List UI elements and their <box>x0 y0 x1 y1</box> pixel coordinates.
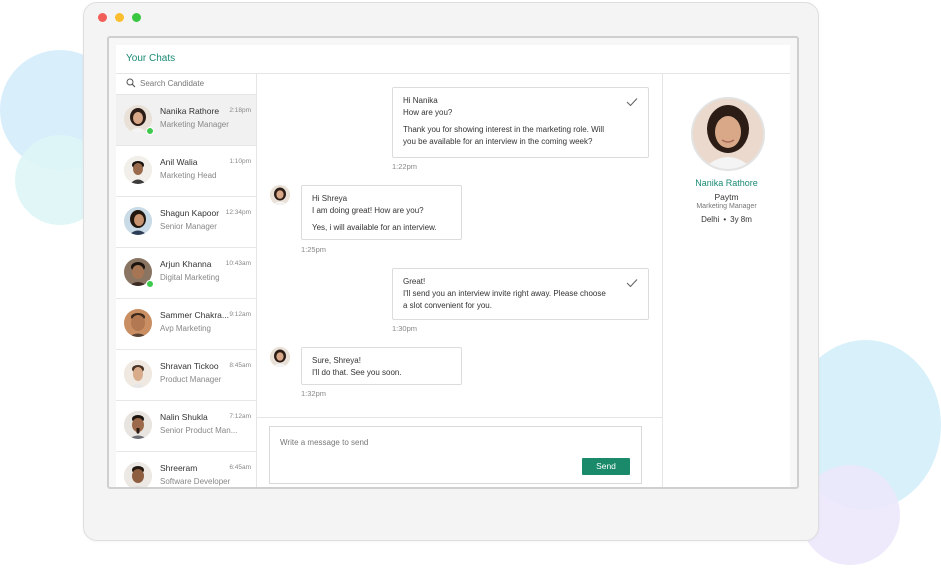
profile-meta: Delhi • 3y 8m <box>663 215 790 224</box>
contact-item[interactable]: Nanika Rathore 2:18pm Marketing Manager <box>116 95 256 146</box>
window-minimize-button[interactable] <box>115 13 124 22</box>
avatar <box>124 156 152 184</box>
contact-role: Senior Product Man... <box>160 426 238 435</box>
message-line: a slot convenient for you. <box>403 301 492 310</box>
message-line: you be available for an interview in the… <box>403 137 593 146</box>
contact-role: Marketing Manager <box>160 120 229 129</box>
device-frame: Your Chats Nanika Rathore <box>83 2 819 541</box>
conversation: Hi Nanika How are you? Thank you for sho… <box>257 74 662 487</box>
contact-name: Shagun Kapoor <box>160 208 220 218</box>
avatar <box>124 309 152 337</box>
message-line: Hi Shreya <box>312 194 348 203</box>
contact-name: Nalin Shukla <box>160 412 208 422</box>
contact-time: 8:45am <box>229 362 251 369</box>
contact-time: 7:12am <box>229 413 251 420</box>
contact-item[interactable]: Shagun Kapoor 12:34pm Senior Manager <box>116 197 256 248</box>
contact-role: Senior Manager <box>160 222 217 231</box>
contact-role: Software Developer <box>160 477 231 486</box>
contact-item[interactable]: Shreeram 6:45am Software Developer <box>116 452 256 487</box>
send-button[interactable]: Send <box>582 458 630 475</box>
meta-separator: • <box>723 215 727 224</box>
message-bubble-outgoing: Hi Nanika How are you? Thank you for sho… <box>392 87 649 158</box>
message-time: 1:22pm <box>392 162 418 171</box>
contact-time: 10:43am <box>225 260 251 267</box>
contact-name: Sammer Chakra... <box>160 310 229 320</box>
contact-item[interactable]: Anil Walia 1:10pm Marketing Head <box>116 146 256 197</box>
online-indicator <box>146 127 154 135</box>
contact-time: 12:34pm <box>225 209 251 216</box>
profile-company: Paytm <box>714 192 739 202</box>
check-icon <box>626 98 638 107</box>
profile-avatar <box>691 97 765 171</box>
message-composer: Send <box>269 426 642 484</box>
message-line: Yes, i will available for an interview. <box>312 223 437 232</box>
contact-item[interactable]: Arjun Khanna 10:43am Digital Marketing <box>116 248 256 299</box>
search-bar <box>116 74 256 95</box>
window-maximize-button[interactable] <box>132 13 141 22</box>
avatar <box>270 347 290 367</box>
contact-role: Digital Marketing <box>160 273 220 282</box>
composer-area: Send <box>257 417 662 487</box>
chat-panel: Your Chats Nanika Rathore <box>116 45 790 487</box>
window-close-button[interactable] <box>98 13 107 22</box>
contact-time: 1:10pm <box>229 158 251 165</box>
contact-item[interactable]: Shravan Tickoo 8:45am Product Manager <box>116 350 256 401</box>
avatar <box>124 207 152 235</box>
contact-name: Arjun Khanna <box>160 259 212 269</box>
contacts-sidebar: Nanika Rathore 2:18pm Marketing Manager … <box>116 74 257 487</box>
avatar <box>270 185 290 205</box>
contact-name: Shreeram <box>160 463 198 473</box>
message-line: Thank you for showing interest in the ma… <box>403 125 604 134</box>
message-bubble-outgoing: Great! I'll send you an interview invite… <box>392 268 649 320</box>
contact-name: Anil Walia <box>160 157 198 167</box>
contact-time: 9:12am <box>229 311 251 318</box>
message-line: I am doing great! How are you? <box>312 206 424 215</box>
contact-time: 2:18pm <box>229 107 251 114</box>
contact-role: Product Manager <box>160 375 222 384</box>
online-indicator <box>146 280 154 288</box>
search-input[interactable] <box>140 77 250 90</box>
contact-name: Nanika Rathore <box>160 106 220 116</box>
profile-location: Delhi <box>701 215 720 224</box>
check-icon <box>626 279 638 288</box>
message-line: How are you? <box>403 108 453 117</box>
message-line: I'll send you an interview invite right … <box>403 289 606 298</box>
message-time: 1:25pm <box>301 245 327 254</box>
message-bubble-incoming: Hi Shreya I am doing great! How are you?… <box>301 185 462 240</box>
message-time: 1:30pm <box>392 324 418 333</box>
avatar <box>124 360 152 388</box>
contact-role: Marketing Head <box>160 171 217 180</box>
profile-panel: Nanika Rathore Paytm Marketing Manager D… <box>662 74 790 487</box>
page-title: Your Chats <box>126 53 176 64</box>
app-screen: Your Chats Nanika Rathore <box>107 36 799 489</box>
profile-role: Marketing Manager <box>696 203 757 210</box>
avatar <box>124 462 152 487</box>
contact-role: Avp Marketing <box>160 324 211 333</box>
message-bubble-incoming: Sure, Shreya! I'll do that. See you soon… <box>301 347 462 385</box>
message-line: I'll do that. See you soon. <box>312 368 402 377</box>
profile-name: Nanika Rathore <box>695 178 758 188</box>
avatar <box>124 411 152 439</box>
contact-item[interactable]: Sammer Chakra... 9:12am Avp Marketing <box>116 299 256 350</box>
panel-header: Your Chats <box>116 45 790 74</box>
contact-time: 6:45am <box>229 464 251 471</box>
contact-item[interactable]: Nalin Shukla 7:12am Senior Product Man..… <box>116 401 256 452</box>
message-line: Great! <box>403 277 426 286</box>
profile-experience: 3y 8m <box>730 215 752 224</box>
message-line: Hi Nanika <box>403 96 438 105</box>
message-input[interactable] <box>280 435 570 449</box>
search-icon <box>126 78 136 88</box>
message-time: 1:32pm <box>301 389 327 398</box>
contact-name: Shravan Tickoo <box>160 361 219 371</box>
message-line: Sure, Shreya! <box>312 356 361 365</box>
